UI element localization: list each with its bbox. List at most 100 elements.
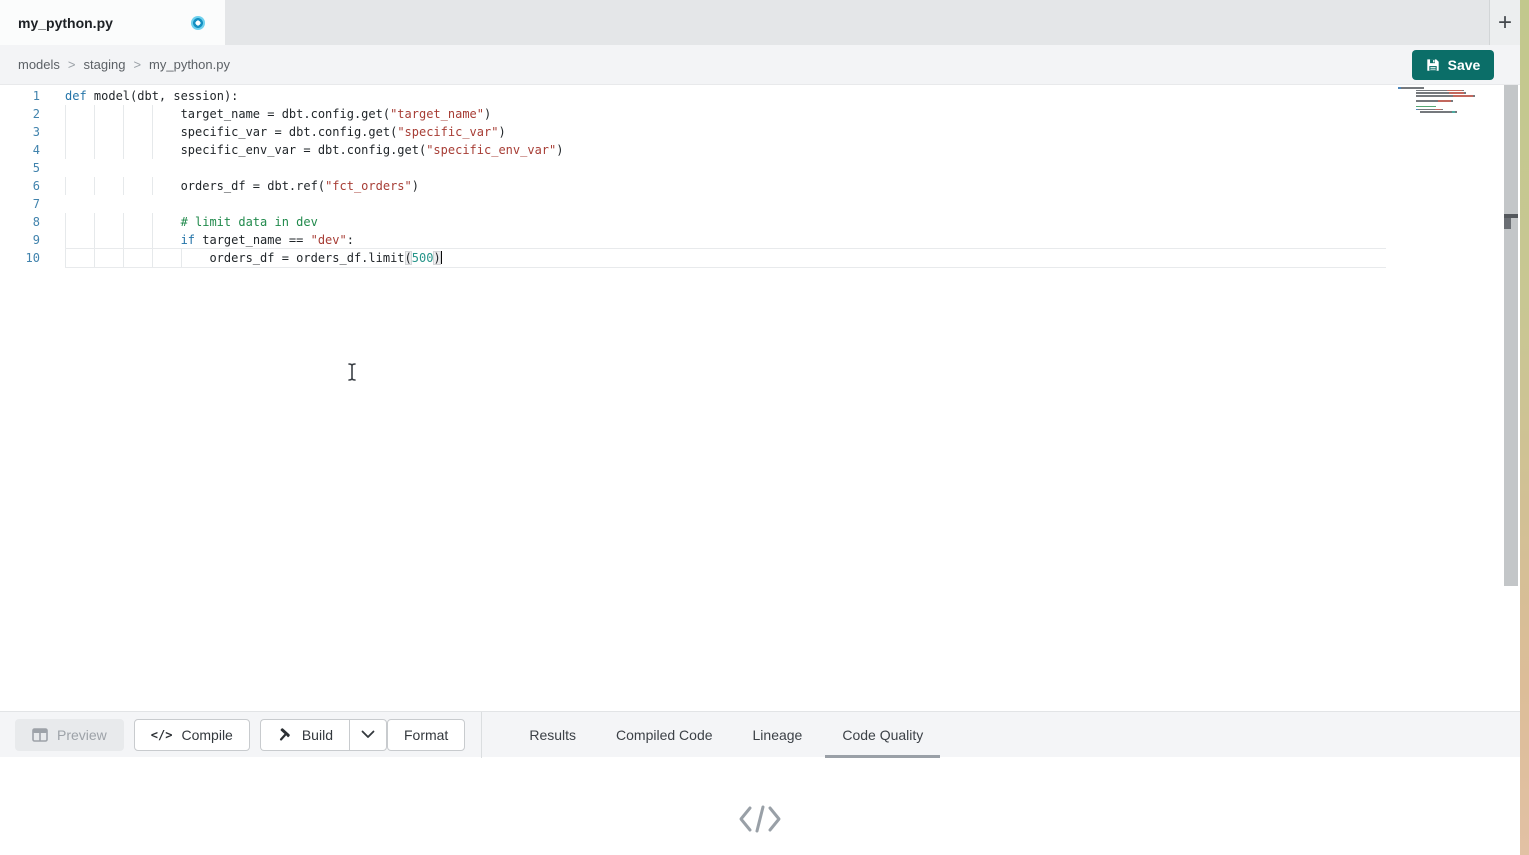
- indent-guide: [123, 231, 152, 249]
- indent-guide: [94, 249, 123, 267]
- build-button[interactable]: Build: [260, 719, 349, 751]
- editor-scrollbar[interactable]: [1504, 85, 1518, 586]
- indent-guide: [123, 105, 152, 123]
- indent-guide: [152, 141, 181, 159]
- breadcrumb-item-models[interactable]: models: [18, 57, 60, 72]
- unsaved-changes-dot-icon: [191, 16, 205, 30]
- ibeam-mouse-cursor: [345, 362, 359, 382]
- indent-guide: [65, 123, 94, 141]
- line-number: 6: [0, 177, 40, 195]
- code-line[interactable]: 2target_name = dbt.config.get("target_na…: [0, 105, 1386, 123]
- panel-tab-compiled-code[interactable]: Compiled Code: [599, 712, 730, 758]
- indent-guide: [65, 231, 94, 249]
- build-split-button: Build: [260, 719, 387, 751]
- indent-guide: [94, 231, 123, 249]
- new-tab-button[interactable]: +: [1498, 11, 1512, 35]
- code-line[interactable]: 9 if target_name == "dev":: [0, 231, 1386, 249]
- line-number: 1: [0, 87, 40, 105]
- results-panel: [0, 757, 1520, 855]
- code-line[interactable]: 4 specific_env_var = dbt.config.get("spec…: [0, 141, 1386, 159]
- line-content: specific_var = dbt.config.get("specific_…: [65, 123, 1386, 141]
- indent-guide: [65, 105, 94, 123]
- breadcrumb-separator: >: [68, 57, 76, 72]
- preview-button[interactable]: Preview: [15, 719, 124, 751]
- line-content: def model(dbt, session):: [65, 87, 1386, 105]
- ide-window: my_python.py + models > staging > my_python.…: [0, 0, 1520, 855]
- save-button-label: Save: [1448, 57, 1481, 73]
- code-line[interactable]: 8 # limit data in dev: [0, 213, 1386, 231]
- line-content: if target_name == "dev":: [65, 231, 1386, 249]
- line-number: 8: [0, 213, 40, 231]
- indent-guide: [65, 177, 94, 195]
- indent-guide: [94, 177, 123, 195]
- line-number: 4: [0, 141, 40, 159]
- build-button-label: Build: [302, 727, 333, 743]
- new-tab-area: +: [1489, 0, 1520, 45]
- format-button-label: Format: [404, 727, 448, 743]
- indent-guide: [65, 141, 94, 159]
- breadcrumb-bar: models > staging > my_python.py Save: [0, 45, 1520, 85]
- build-options-button[interactable]: [349, 719, 387, 751]
- code-line[interactable]: 1 def model(dbt, session):: [0, 87, 1386, 105]
- indent-guide: [94, 123, 123, 141]
- indent-guide: [65, 249, 94, 267]
- code-line[interactable]: 5: [0, 159, 1386, 177]
- minimap[interactable]: [1398, 87, 1484, 114]
- indent-guide: [123, 141, 152, 159]
- format-button[interactable]: Format: [387, 719, 465, 751]
- line-number: 2: [0, 105, 40, 123]
- indent-guide: [152, 177, 181, 195]
- code-lines: 1 def model(dbt, session):2target_name = …: [0, 85, 1520, 267]
- save-button[interactable]: Save: [1412, 50, 1494, 80]
- chevron-down-icon: [361, 730, 375, 739]
- bottom-toolbar: Preview </> Compile Build: [0, 711, 1520, 757]
- file-tab-my-python[interactable]: my_python.py: [0, 0, 225, 45]
- line-content: # limit data in dev: [65, 213, 1386, 231]
- line-number: 5: [0, 159, 40, 177]
- panel-tab-results[interactable]: Results: [512, 712, 593, 758]
- line-content: specific_env_var = dbt.config.get("speci…: [65, 141, 1386, 159]
- indent-guide: [152, 231, 181, 249]
- line-number: 3: [0, 123, 40, 141]
- indent-guide: [181, 249, 210, 267]
- breadcrumb-item-staging[interactable]: staging: [84, 57, 126, 72]
- floppy-disk-icon: [1426, 58, 1440, 72]
- breadcrumb: models > staging > my_python.py: [18, 57, 230, 72]
- code-line[interactable]: 7: [0, 195, 1386, 213]
- line-content: orders_df = dbt.ref("fct_orders"): [65, 177, 1386, 195]
- toolbar-divider: [481, 712, 482, 758]
- indent-guide: [94, 141, 123, 159]
- indent-guide: [94, 105, 123, 123]
- panel-tab-lineage[interactable]: Lineage: [736, 712, 820, 758]
- compile-button-label: Compile: [181, 727, 232, 743]
- indent-guide: [152, 123, 181, 141]
- indent-guide: [152, 213, 181, 231]
- indent-guide: [123, 249, 152, 267]
- line-content: orders_df = orders_df.limit(500): [65, 249, 1386, 267]
- breadcrumb-separator: >: [133, 57, 141, 72]
- code-line[interactable]: 6 orders_df = dbt.ref("fct_orders"): [0, 177, 1386, 195]
- panel-tab-code-quality[interactable]: Code Quality: [825, 712, 940, 758]
- code-line[interactable]: 10 orders_df = orders_df.limit(500): [0, 249, 1386, 267]
- indent-guide: [65, 213, 94, 231]
- indent-guide: [123, 213, 152, 231]
- line-content: [65, 159, 1386, 177]
- hammer-icon: [277, 727, 293, 743]
- compile-button[interactable]: </> Compile: [134, 719, 250, 751]
- breadcrumb-item-my-python-py[interactable]: my_python.py: [149, 57, 230, 72]
- code-icon: </>: [151, 728, 173, 742]
- code-icon: [737, 803, 783, 835]
- indent-guide: [123, 123, 152, 141]
- panel-tabs: ResultsCompiled CodeLineageCode Quality: [512, 712, 946, 758]
- line-number: 9: [0, 231, 40, 249]
- code-line[interactable]: 3 specific_var = dbt.config.get("specific…: [0, 123, 1386, 141]
- code-editor[interactable]: 1 def model(dbt, session):2target_name = …: [0, 85, 1520, 711]
- line-number: 10: [0, 249, 40, 267]
- table-icon: [32, 728, 48, 742]
- indent-guide: [94, 213, 123, 231]
- line-number: 7: [0, 195, 40, 213]
- indent-guide: [123, 177, 152, 195]
- desktop-wallpaper-strip: [1520, 0, 1529, 855]
- indent-guide: [152, 105, 181, 123]
- file-tab-label: my_python.py: [18, 15, 113, 31]
